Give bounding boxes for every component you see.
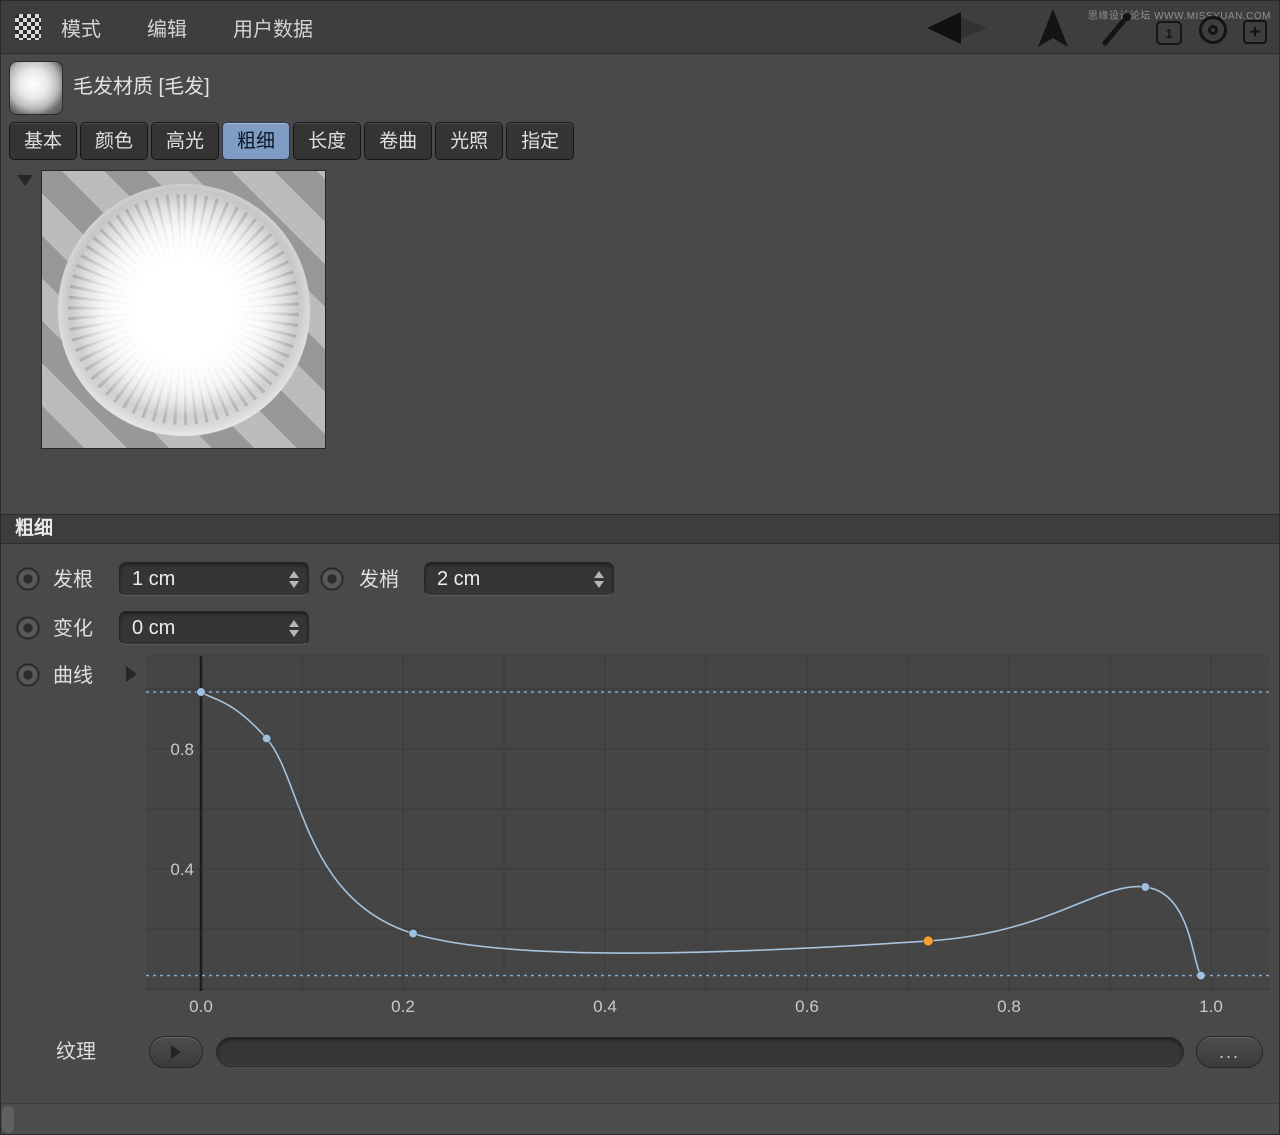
curve-point[interactable] xyxy=(409,929,418,938)
tab-curl[interactable]: 卷曲 xyxy=(364,122,432,160)
tab-basic[interactable]: 基本 xyxy=(9,122,77,160)
animation-dot-tip[interactable] xyxy=(320,567,344,591)
frame-icon[interactable]: 1 xyxy=(1156,21,1182,45)
root-input[interactable]: 1 cm xyxy=(119,562,309,596)
tab-specular[interactable]: 高光 xyxy=(151,122,219,160)
section-header: 粗细 xyxy=(1,514,1279,544)
material-editor-window: 模式 编辑 用户数据 思缘设计论坛 WWW.MISSYUAN.COM 1 + 毛… xyxy=(0,0,1280,1135)
tip-value: 2 cm xyxy=(425,568,594,591)
section-title: 粗细 xyxy=(15,518,53,539)
menu-bar: 模式 编辑 用户数据 思缘设计论坛 WWW.MISSYUAN.COM 1 + xyxy=(1,1,1279,54)
tab-bar: 基本 颜色 高光 粗细 长度 卷曲 光照 指定 xyxy=(9,122,574,160)
menu-user-data[interactable]: 用户数据 xyxy=(233,13,313,42)
texture-expand-button[interactable] xyxy=(149,1036,203,1068)
add-icon[interactable]: + xyxy=(1243,20,1267,44)
curve-chart[interactable]: 0.0 0.2 0.4 0.6 0.8 1.0 0.8 0.4 xyxy=(1,646,1280,1026)
svg-text:0.8: 0.8 xyxy=(997,997,1021,1016)
svg-text:0.0: 0.0 xyxy=(189,997,213,1016)
curve-point[interactable] xyxy=(262,734,271,743)
animation-dot-curve[interactable] xyxy=(16,663,40,687)
root-label: 发根 xyxy=(53,561,93,599)
curve-point[interactable] xyxy=(1141,883,1150,892)
svg-text:0.4: 0.4 xyxy=(170,860,194,879)
texture-path-field[interactable] xyxy=(216,1037,1184,1067)
preview-collapse-icon[interactable] xyxy=(17,175,33,186)
material-title: 毛发材质 [毛发] xyxy=(73,61,210,113)
variation-value: 0 cm xyxy=(120,617,289,640)
curve-point[interactable] xyxy=(1197,971,1206,980)
menu-mode[interactable]: 模式 xyxy=(61,13,101,42)
tab-illumination[interactable]: 光照 xyxy=(435,122,503,160)
frame-badge: 1 xyxy=(1165,26,1172,41)
animation-dot-variation[interactable] xyxy=(16,616,40,640)
texture-label: 纹理 xyxy=(56,1036,96,1068)
pick-tool-icon[interactable] xyxy=(1097,9,1137,49)
target-rings-icon[interactable] xyxy=(1199,16,1227,44)
material-preview-thumbnail[interactable] xyxy=(9,61,63,115)
history-forward-icon[interactable] xyxy=(959,16,987,40)
tab-length[interactable]: 长度 xyxy=(293,122,361,160)
root-value: 1 cm xyxy=(120,568,289,591)
material-checker-icon[interactable] xyxy=(15,14,41,40)
hair-ball-preview xyxy=(58,184,310,436)
tab-assign[interactable]: 指定 xyxy=(506,122,574,160)
triangle-right-icon xyxy=(171,1045,181,1059)
svg-text:0.2: 0.2 xyxy=(391,997,415,1016)
animation-dot-root[interactable] xyxy=(16,567,40,591)
footer-strip xyxy=(1,1103,1279,1135)
svg-text:0.6: 0.6 xyxy=(795,997,819,1016)
svg-text:1.0: 1.0 xyxy=(1199,997,1223,1016)
svg-text:0.8: 0.8 xyxy=(170,740,194,759)
arrow-up-cursor-icon[interactable] xyxy=(1033,7,1073,51)
tab-thickness[interactable]: 粗细 xyxy=(222,122,290,160)
curve-label: 曲线 xyxy=(53,657,93,695)
variation-stepper-icon[interactable] xyxy=(289,620,299,637)
tip-label: 发梢 xyxy=(359,561,399,599)
curve-point-selected[interactable] xyxy=(923,936,933,946)
history-back-icon[interactable] xyxy=(927,12,961,44)
tip-stepper-icon[interactable] xyxy=(594,571,604,588)
tip-input[interactable]: 2 cm xyxy=(424,562,614,596)
variation-label: 变化 xyxy=(53,610,93,648)
texture-preview[interactable] xyxy=(41,170,326,449)
menu-items: 模式 编辑 用户数据 xyxy=(61,1,313,53)
curve-point[interactable] xyxy=(197,688,206,697)
variation-input[interactable]: 0 cm xyxy=(119,611,309,645)
curve-expander-icon[interactable] xyxy=(126,666,137,682)
texture-browse-button[interactable]: ... xyxy=(1196,1036,1263,1068)
tab-color[interactable]: 颜色 xyxy=(80,122,148,160)
scrollbar-thumb[interactable] xyxy=(2,1106,14,1133)
svg-text:0.4: 0.4 xyxy=(593,997,617,1016)
menu-edit[interactable]: 编辑 xyxy=(147,13,187,42)
root-stepper-icon[interactable] xyxy=(289,571,299,588)
